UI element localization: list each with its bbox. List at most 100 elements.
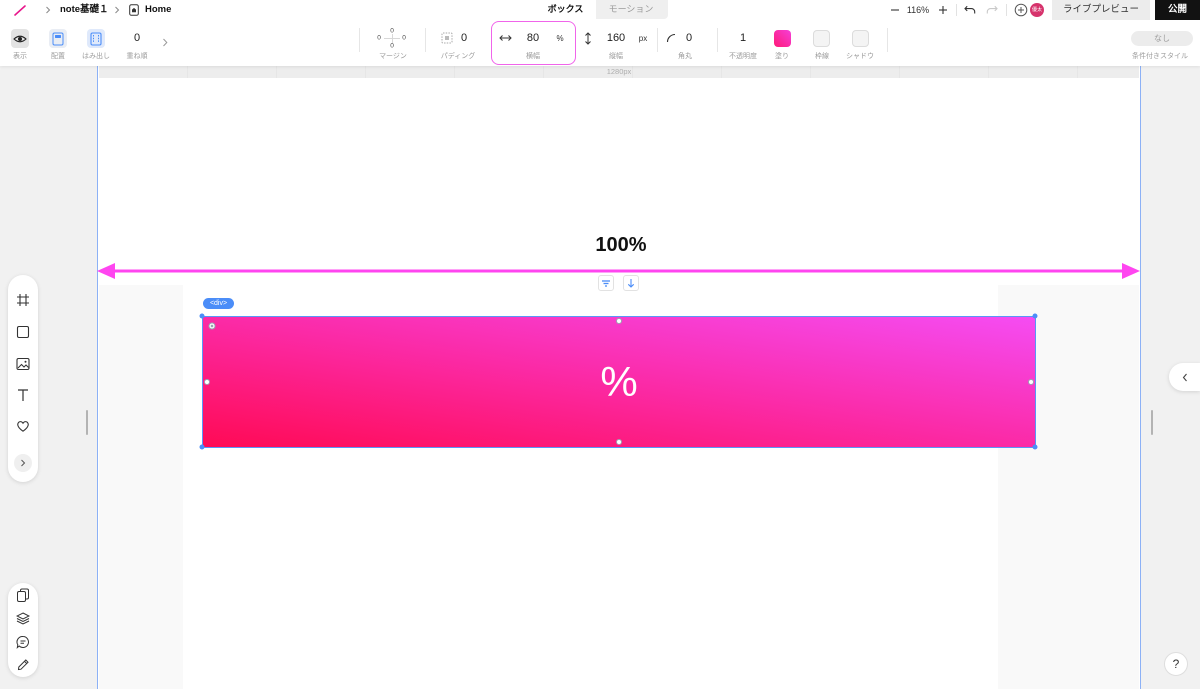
expand-tools-button[interactable]: [14, 454, 32, 472]
avatar[interactable]: 優太: [1030, 3, 1044, 17]
margin-left-value[interactable]: 0: [377, 35, 381, 42]
width-annotation-label: 100%: [595, 234, 647, 256]
tool-palette: [8, 275, 38, 482]
left-resize-grip[interactable]: [86, 410, 88, 435]
height-label: 縦幅: [609, 53, 623, 60]
resize-handle-top[interactable]: [616, 318, 622, 324]
padding-label: パディング: [440, 53, 476, 60]
width-arrows-icon: [499, 35, 512, 41]
header-divider: [956, 4, 957, 16]
fill-swatch[interactable]: [774, 30, 791, 47]
pages-icon[interactable]: [16, 588, 30, 602]
height-arrows-icon: [585, 32, 591, 45]
z-order-label: 重ね順: [126, 53, 148, 60]
resize-handle-top-left[interactable]: [199, 313, 205, 319]
breadcrumb-page[interactable]: Home: [145, 4, 171, 16]
comment-icon[interactable]: [16, 635, 30, 649]
tab-box[interactable]: ボックス: [535, 0, 596, 19]
header-divider: [1006, 4, 1007, 16]
radius-value[interactable]: 0: [686, 32, 692, 45]
tab-motion[interactable]: モーション: [596, 0, 666, 19]
element-tag-label[interactable]: <div>: [203, 298, 234, 309]
toolbar-divider: [717, 28, 718, 52]
chevron-right-icon: [115, 6, 120, 14]
padding-icon: [441, 32, 453, 44]
width-label: 横幅: [526, 53, 540, 60]
opacity-value[interactable]: 1: [740, 32, 746, 45]
margin-right-value[interactable]: 0: [402, 35, 406, 42]
resize-handle-bottom[interactable]: [616, 439, 622, 445]
placement-button[interactable]: [49, 29, 67, 48]
opacity-label: 不透明度: [729, 53, 757, 60]
text-icon[interactable]: [16, 388, 30, 402]
corner-radius-icon: [666, 33, 676, 43]
display-button[interactable]: [11, 29, 29, 48]
move-down-button[interactable]: [623, 275, 639, 291]
chevron-right-icon: [46, 6, 51, 14]
bottom-tool-palette: [8, 583, 38, 677]
top-header: note基礎１ Home ボックス モーション 116% 優太 ライブプレビュー…: [0, 0, 1200, 66]
right-resize-grip[interactable]: [1151, 410, 1153, 435]
padding-value[interactable]: 0: [461, 32, 467, 45]
margin-top-value[interactable]: 0: [390, 28, 394, 35]
shadow-swatch[interactable]: [852, 30, 869, 47]
expand-chevron-icon: [21, 459, 26, 467]
plus-icon[interactable]: [938, 5, 948, 15]
chevron-right-icon[interactable]: [162, 38, 168, 47]
frame-icon[interactable]: [16, 293, 30, 307]
margin-bottom-value[interactable]: 0: [390, 43, 394, 50]
undo-icon[interactable]: [964, 5, 977, 15]
resize-handle-bottom-left[interactable]: [199, 444, 205, 450]
margin-label: マージン: [379, 53, 407, 60]
heart-icon[interactable]: [16, 419, 30, 433]
display-label: 表示: [13, 53, 27, 60]
rectangle-icon[interactable]: [16, 325, 30, 339]
redo-icon[interactable]: [985, 5, 998, 15]
eye-icon: [13, 35, 27, 42]
home-page-icon: [129, 4, 139, 16]
pen-icon[interactable]: [16, 658, 30, 672]
collapse-panel-button[interactable]: [1169, 363, 1200, 391]
resize-handle-right[interactable]: [1028, 379, 1034, 385]
width-annotation-arrow: [97, 263, 1140, 279]
resize-handle-left[interactable]: [204, 379, 210, 385]
toolbar-divider: [425, 28, 426, 52]
align-button[interactable]: [598, 275, 614, 291]
plus-circle-icon[interactable]: [1014, 3, 1028, 17]
overflow-button[interactable]: [87, 29, 105, 48]
corner-radius-handle[interactable]: [208, 322, 216, 330]
overflow-icon: [90, 31, 102, 46]
toolbar-divider: [887, 28, 888, 52]
height-value[interactable]: 160: [607, 32, 625, 45]
canvas-side-left: [99, 285, 183, 689]
resize-handle-top-right[interactable]: [1032, 313, 1038, 319]
image-icon[interactable]: [16, 357, 30, 371]
height-unit[interactable]: px: [639, 34, 647, 44]
box-text[interactable]: %: [600, 358, 637, 406]
border-label: 枠線: [815, 53, 829, 60]
minus-icon[interactable]: [890, 5, 900, 15]
arrow-down-icon: [627, 279, 635, 288]
help-button[interactable]: ?: [1164, 652, 1188, 676]
breadcrumb-project[interactable]: note基礎１: [60, 4, 109, 16]
fill-label: 塗り: [775, 53, 789, 60]
toolbar-divider: [359, 28, 360, 52]
shadow-label: シャドウ: [846, 53, 874, 60]
conditional-style-label: 条件付きスタイル: [1132, 53, 1188, 60]
placement-icon: [52, 32, 64, 45]
layers-icon[interactable]: [16, 611, 30, 625]
resize-handle-bottom-right[interactable]: [1032, 444, 1038, 450]
selected-div-box[interactable]: %: [202, 316, 1036, 448]
width-value[interactable]: 80: [527, 32, 539, 45]
conditional-style-select[interactable]: なし: [1131, 31, 1193, 46]
placement-label: 配置: [51, 53, 65, 60]
live-preview-button[interactable]: ライブプレビュー: [1052, 0, 1150, 20]
radius-label: 角丸: [678, 53, 692, 60]
pen-logo-icon[interactable]: [13, 4, 27, 16]
border-swatch[interactable]: [813, 30, 830, 47]
align-icon: [602, 280, 610, 287]
zoom-level[interactable]: 116%: [907, 4, 929, 16]
publish-button[interactable]: 公開: [1155, 0, 1200, 20]
z-order-value[interactable]: 0: [134, 32, 140, 45]
width-unit[interactable]: %: [556, 34, 563, 44]
